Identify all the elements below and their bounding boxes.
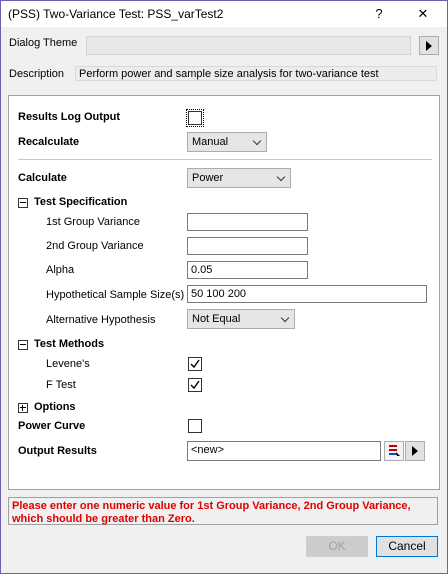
checkmark-icon bbox=[190, 380, 200, 390]
chevron-down-icon bbox=[276, 172, 286, 182]
alternative-hypothesis-label: Alternative Hypothesis bbox=[46, 314, 156, 326]
ftest-checkbox[interactable] bbox=[188, 378, 202, 392]
alpha-label: Alpha bbox=[46, 264, 75, 276]
power-curve-checkbox[interactable] bbox=[188, 419, 202, 433]
validation-message: Please enter one numeric value for 1st G… bbox=[8, 497, 438, 525]
chevron-down-icon bbox=[252, 136, 262, 146]
alternative-hypothesis-select[interactable]: Not Equal bbox=[187, 309, 295, 329]
levene-label: Levene's bbox=[46, 358, 90, 370]
sample-sizes-input[interactable]: 50 100 200 bbox=[187, 285, 427, 303]
output-picker-button[interactable] bbox=[384, 441, 404, 461]
title-bar[interactable]: (PSS) Two-Variance Test: PSS_varTest2 ? … bbox=[1, 1, 447, 27]
output-results-input[interactable]: <new> bbox=[187, 441, 381, 461]
description-label: Description bbox=[9, 68, 65, 80]
levene-checkbox[interactable] bbox=[188, 357, 202, 371]
cancel-button[interactable]: Cancel bbox=[376, 536, 438, 557]
help-icon[interactable]: ? bbox=[367, 4, 391, 24]
group2-variance-label: 2nd Group Variance bbox=[46, 240, 144, 252]
power-curve-label: Power Curve bbox=[18, 420, 86, 432]
chevron-down-icon bbox=[280, 313, 290, 323]
window-title: (PSS) Two-Variance Test: PSS_varTest2 bbox=[8, 7, 224, 21]
ftest-label: F Test bbox=[46, 379, 76, 391]
sample-sizes-label: Hypothetical Sample Size(s) bbox=[46, 289, 185, 301]
group1-variance-label: 1st Group Variance bbox=[46, 216, 140, 228]
dialog-theme-menu-button[interactable] bbox=[419, 36, 439, 55]
close-icon[interactable]: ✕ bbox=[411, 4, 435, 24]
dialog-window: (PSS) Two-Variance Test: PSS_varTest2 ? … bbox=[0, 0, 448, 574]
results-log-output-label: Results Log Output bbox=[18, 111, 121, 123]
test-specification-header[interactable]: Test Specification bbox=[34, 196, 127, 208]
options-header[interactable]: Options bbox=[34, 401, 76, 413]
calculate-label: Calculate bbox=[18, 172, 67, 184]
alpha-input[interactable]: 0.05 bbox=[187, 261, 308, 279]
output-results-label: Output Results bbox=[18, 445, 97, 457]
description-text: Perform power and sample size analysis f… bbox=[75, 66, 437, 81]
expand-icon[interactable] bbox=[18, 403, 28, 413]
play-arrow-icon bbox=[426, 41, 432, 51]
calculate-select[interactable]: Power bbox=[187, 168, 291, 188]
checkmark-icon bbox=[190, 359, 200, 369]
group2-variance-input[interactable] bbox=[187, 237, 308, 255]
test-methods-header[interactable]: Test Methods bbox=[34, 338, 104, 350]
group1-variance-input[interactable] bbox=[187, 213, 308, 231]
recalculate-label: Recalculate bbox=[18, 136, 80, 148]
dialog-theme-label: Dialog Theme bbox=[9, 37, 78, 49]
play-arrow-icon bbox=[412, 446, 418, 456]
results-log-output-checkbox[interactable] bbox=[186, 109, 204, 127]
dialog-theme-field[interactable] bbox=[86, 36, 411, 55]
collapse-icon[interactable] bbox=[18, 198, 28, 208]
collapse-icon[interactable] bbox=[18, 340, 28, 350]
settings-panel: Results Log Output Recalculate Manual Ca… bbox=[8, 95, 440, 490]
ok-button[interactable]: OK bbox=[306, 536, 368, 557]
output-results-menu-button[interactable] bbox=[405, 441, 425, 461]
recalculate-select[interactable]: Manual bbox=[187, 132, 267, 152]
output-picker-icon bbox=[389, 445, 400, 456]
divider bbox=[18, 159, 432, 160]
